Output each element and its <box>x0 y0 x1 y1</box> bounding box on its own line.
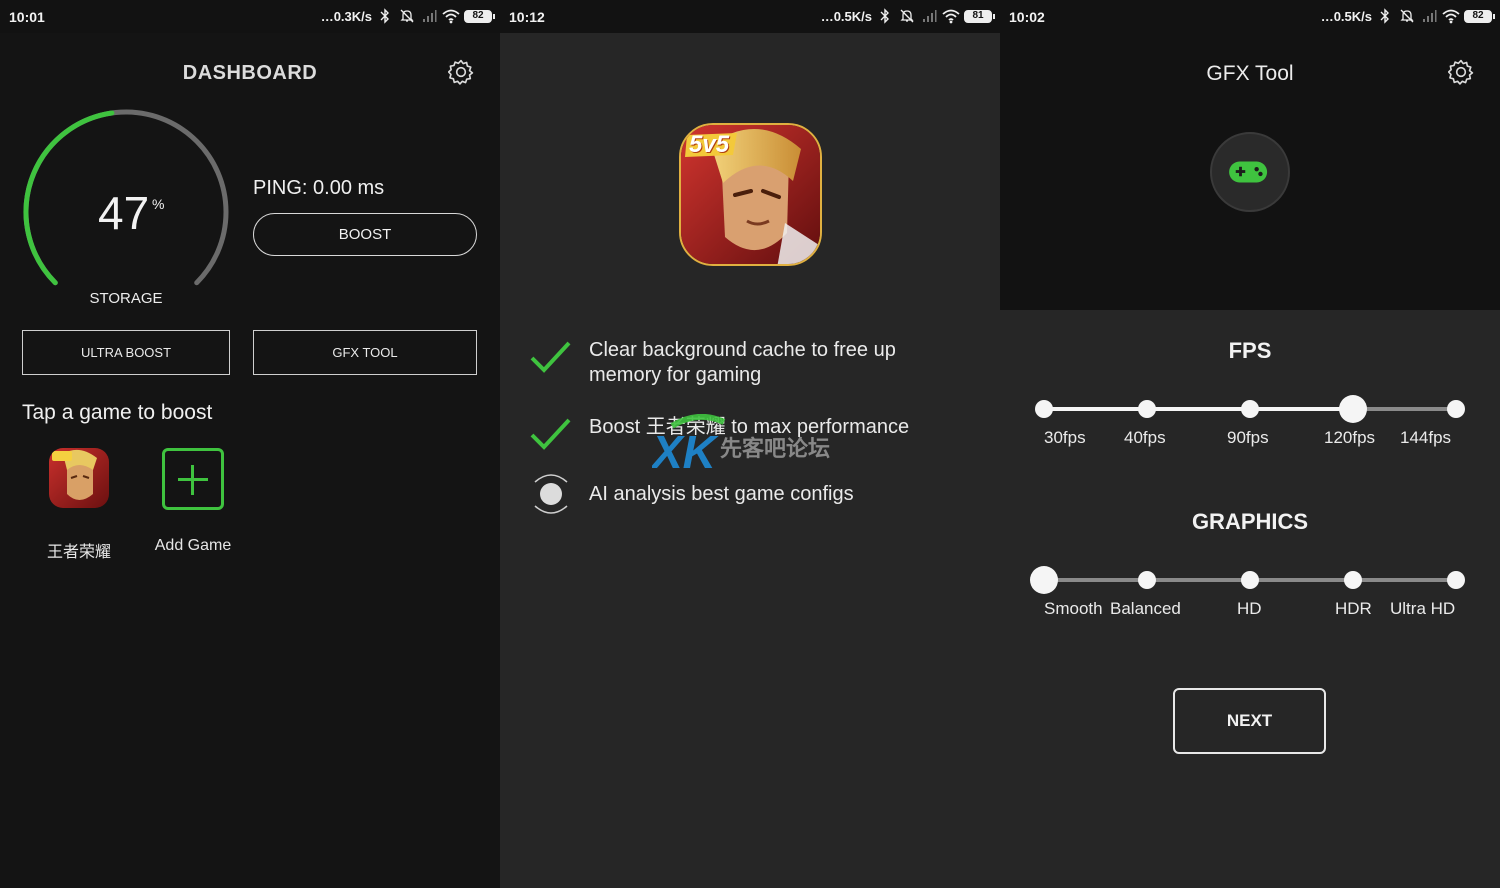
step-row: Clear background cache to free up memory… <box>529 338 939 388</box>
watermark-text: 先客吧论坛 <box>720 436 830 462</box>
fps-slider-stop[interactable] <box>1241 400 1259 418</box>
fps-slider-stop[interactable] <box>1138 400 1156 418</box>
fps-option-label[interactable]: 120fps <box>1324 428 1375 448</box>
section-title: Tap a game to boost <box>22 401 213 424</box>
network-speed: …0.5K/s <box>820 8 872 24</box>
fps-slider-stop[interactable] <box>1447 400 1465 418</box>
dashboard-screen: 10:01 …0.3K/s 82 DASHBOARD 47 % STORAGE … <box>0 0 500 888</box>
status-bar: 10:01 …0.3K/s 82 <box>0 0 500 33</box>
fps-slider-fill <box>1044 407 1353 411</box>
loading-spinner-icon <box>534 474 568 514</box>
storage-percent-unit: % <box>152 196 165 212</box>
game-label: 王者荣耀 <box>46 544 111 561</box>
graphics-slider-stop[interactable] <box>1344 571 1362 589</box>
storage-percent-value: 47 <box>98 187 150 239</box>
ping-readout: PING: 0.00 ms <box>253 177 385 199</box>
check-icon <box>530 418 571 450</box>
check-icon <box>530 341 571 373</box>
plus-icon <box>162 448 224 510</box>
gear-icon[interactable] <box>448 59 474 85</box>
network-speed: …0.3K/s <box>320 8 372 24</box>
fps-slider-thumb[interactable] <box>1339 395 1367 423</box>
graphics-title: GRAPHICS <box>1191 509 1309 534</box>
graphics-slider-stop[interactable] <box>1447 571 1465 589</box>
mute-bell-icon <box>400 9 414 23</box>
bluetooth-icon <box>1380 8 1389 24</box>
game-icon-5v5: 5v5 <box>679 123 822 266</box>
graphics-slider-thumb[interactable] <box>1030 566 1058 594</box>
fps-option-label[interactable]: 30fps <box>1044 428 1086 448</box>
gfx-tool-screen: 10:02 …0.5K/s 82 GFX Tool FPS 30fps 40fp… <box>1000 0 1500 888</box>
fps-option-label[interactable]: 90fps <box>1227 428 1269 448</box>
bluetooth-icon <box>880 8 889 24</box>
battery-indicator: 82 <box>464 9 495 23</box>
game-label: Add Game <box>154 537 232 554</box>
boost-button[interactable]: BOOST <box>253 213 477 256</box>
wifi-icon <box>442 9 460 24</box>
graphics-slider-stop[interactable] <box>1138 571 1156 589</box>
status-time: 10:01 <box>9 9 45 25</box>
graphics-option-label[interactable]: HD <box>1237 599 1262 619</box>
next-button[interactable]: NEXT <box>1173 688 1326 754</box>
wifi-icon <box>942 9 960 24</box>
add-game-tile[interactable]: Add Game <box>133 448 253 555</box>
status-bar: 10:02 …0.5K/s 82 <box>1000 0 1500 33</box>
signal-icon <box>923 10 937 22</box>
status-bar: 10:12 …0.5K/s 81 <box>500 0 1000 33</box>
game-icon-5v5 <box>49 448 109 508</box>
boosting-screen: 10:12 …0.5K/s 81 5v5 Clear background ca… <box>500 0 1000 888</box>
mute-bell-icon <box>900 9 914 23</box>
network-speed: …0.5K/s <box>1320 8 1372 24</box>
step-row: AI analysis best game configs <box>529 482 939 524</box>
page-title: GFX Tool <box>1206 62 1294 85</box>
step-text: Clear background cache to free up memory… <box>589 339 896 386</box>
gear-icon[interactable] <box>1448 59 1474 85</box>
mute-bell-icon <box>1400 9 1414 23</box>
step-text: AI analysis best game configs <box>589 483 854 505</box>
watermark-logo: XK 先客吧论坛 <box>652 414 830 474</box>
fps-option-label[interactable]: 144fps <box>1400 428 1451 448</box>
gamepad-badge <box>1210 132 1290 212</box>
battery-indicator: 81 <box>964 9 995 23</box>
ultra-boost-button[interactable]: ULTRA BOOST <box>22 330 230 375</box>
graphics-option-label[interactable]: HDR <box>1335 599 1372 619</box>
fps-title: FPS <box>1228 338 1272 363</box>
signal-icon <box>1423 10 1437 22</box>
bluetooth-icon <box>380 8 389 24</box>
watermark-mark: XK <box>652 426 719 474</box>
graphics-option-label[interactable]: Ultra HD <box>1390 599 1455 619</box>
page-title: DASHBOARD <box>182 62 318 84</box>
signal-icon <box>423 10 437 22</box>
wifi-icon <box>1442 9 1460 24</box>
gfx-tool-button[interactable]: GFX TOOL <box>253 330 477 375</box>
graphics-slider-stop[interactable] <box>1241 571 1259 589</box>
status-time: 10:12 <box>509 9 545 25</box>
fps-option-label[interactable]: 40fps <box>1124 428 1166 448</box>
graphics-option-label[interactable]: Balanced <box>1110 599 1181 619</box>
battery-indicator: 82 <box>1464 9 1495 23</box>
fps-slider-stop[interactable] <box>1035 400 1053 418</box>
status-time: 10:02 <box>1009 9 1045 25</box>
storage-label: STORAGE <box>89 290 163 307</box>
game-icon-badge: 5v5 <box>689 131 730 158</box>
gamepad-icon <box>1229 161 1268 183</box>
graphics-option-label[interactable]: Smooth <box>1044 599 1103 619</box>
game-tile-honor-of-kings[interactable]: 王者荣耀 <box>19 448 139 562</box>
